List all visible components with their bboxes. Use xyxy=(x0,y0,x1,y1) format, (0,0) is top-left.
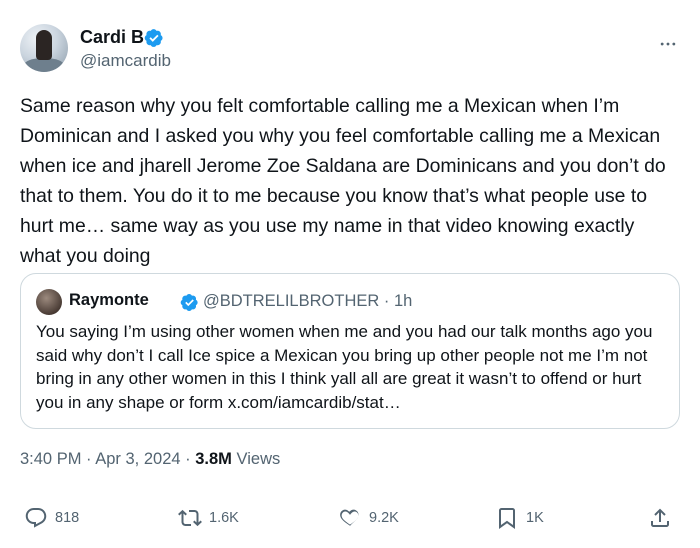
tweet-time[interactable]: 3:40 PM xyxy=(20,450,81,468)
quote-author-name: Raymonte xyxy=(69,291,149,309)
reply-icon xyxy=(25,508,47,528)
quote-tweet[interactable]: Raymonte @BDTRELILBROTHER · 1h You sayin… xyxy=(20,273,680,429)
bookmark-button[interactable]: 1K xyxy=(495,500,544,536)
more-icon[interactable] xyxy=(658,34,678,54)
meta-separator: · xyxy=(86,450,92,468)
quote-text: You saying I’m using other women when me… xyxy=(36,322,653,412)
share-icon xyxy=(651,508,669,527)
quote-author-handle-line: @BDTRELILBROTHER · 1h xyxy=(203,292,412,311)
share-button[interactable] xyxy=(648,500,672,536)
tweet-meta: 3:40 PM · Apr 3, 2024 · 3.8M Views xyxy=(20,450,280,469)
reply-count: 818 xyxy=(55,510,80,526)
tweet-header: Cardi B @iamcardib xyxy=(20,24,680,76)
views-count: 3.8M xyxy=(195,450,232,468)
reply-button[interactable]: 818 xyxy=(24,500,79,536)
repost-icon xyxy=(178,509,202,527)
quote-time: 1h xyxy=(393,292,413,310)
repost-count: 1.6K xyxy=(209,510,239,526)
repost-button[interactable]: 1.6K xyxy=(178,500,239,536)
author-handle[interactable]: @iamcardib xyxy=(80,51,171,71)
quote-separator: · xyxy=(383,292,390,310)
verified-badge-icon xyxy=(180,294,198,311)
author-avatar[interactable] xyxy=(20,24,68,72)
like-icon xyxy=(340,509,359,526)
tweet-text: Same reason why you felt comfortable cal… xyxy=(20,95,666,267)
like-button[interactable]: 9.2K xyxy=(338,500,399,536)
views-label: Views xyxy=(236,450,281,468)
like-count: 9.2K xyxy=(369,510,399,526)
action-bar: 818 1.6K 9.2K 1K xyxy=(20,500,680,536)
verified-badge-icon xyxy=(144,29,163,47)
tweet-date[interactable]: Apr 3, 2024 xyxy=(95,450,180,468)
meta-separator: · xyxy=(185,450,191,468)
quote-author-avatar xyxy=(36,289,62,315)
bookmark-count: 1K xyxy=(526,510,544,526)
quote-author-handle: @BDTRELILBROTHER xyxy=(203,292,380,310)
author-name[interactable]: Cardi B xyxy=(80,27,144,48)
bookmark-icon xyxy=(499,508,515,529)
